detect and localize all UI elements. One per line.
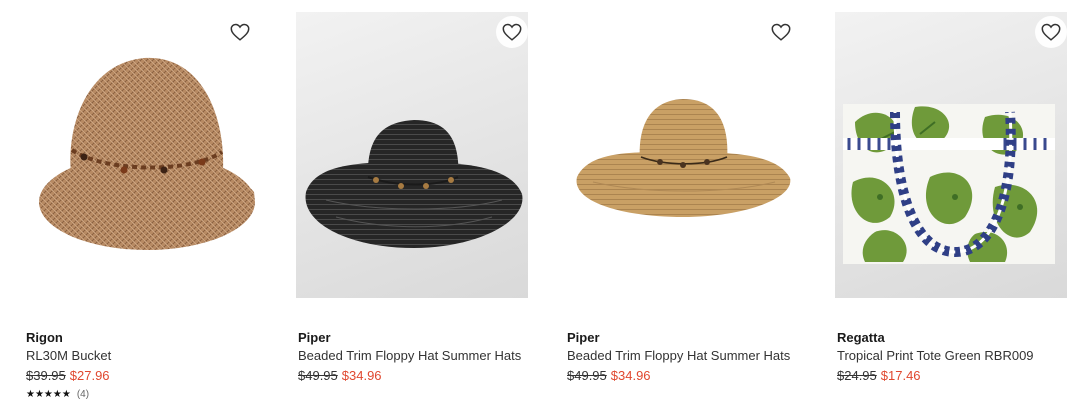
original-price: $39.95 bbox=[26, 368, 66, 383]
product-title[interactable]: RL30M Bucket bbox=[26, 348, 111, 363]
review-count: (4) bbox=[76, 389, 90, 400]
product-price: $49.95 $34.96 bbox=[567, 368, 651, 383]
tropical-tote-bag-image bbox=[843, 104, 1055, 264]
star-rating-icon: ★★★★★ bbox=[26, 389, 71, 400]
sale-price: $27.96 bbox=[69, 368, 110, 383]
product-rating[interactable]: ★★★★★ (4) bbox=[26, 389, 89, 400]
black-floppy-hat-image bbox=[305, 120, 523, 248]
product-grid: Rigon RL30M Bucket $39.95 $27.96 ★★★★★ (4… bbox=[0, 0, 1080, 414]
original-price: $49.95 bbox=[298, 368, 338, 383]
product-card[interactable]: Piper Beaded Trim Floppy Hat Summer Hats… bbox=[296, 0, 528, 414]
product-title[interactable]: Tropical Print Tote Green RBR009 bbox=[837, 348, 1034, 363]
favorite-button[interactable] bbox=[765, 16, 797, 48]
product-brand[interactable]: Piper bbox=[298, 330, 331, 345]
product-title[interactable]: Beaded Trim Floppy Hat Summer Hats bbox=[567, 348, 790, 363]
original-price: $49.95 bbox=[567, 368, 607, 383]
sale-price: $34.96 bbox=[610, 368, 651, 383]
product-price: $49.95 $34.96 bbox=[298, 368, 382, 383]
product-price: $24.95 $17.46 bbox=[837, 368, 921, 383]
heart-icon bbox=[1041, 23, 1061, 41]
product-card[interactable]: Regatta Tropical Print Tote Green RBR009… bbox=[835, 0, 1067, 414]
product-card[interactable]: Piper Beaded Trim Floppy Hat Summer Hats… bbox=[565, 0, 797, 414]
product-brand[interactable]: Regatta bbox=[837, 330, 885, 345]
original-price: $24.95 bbox=[837, 368, 877, 383]
product-card[interactable]: Rigon RL30M Bucket $39.95 $27.96 ★★★★★ (4… bbox=[24, 0, 256, 414]
product-title[interactable]: Beaded Trim Floppy Hat Summer Hats bbox=[298, 348, 521, 363]
heart-icon bbox=[771, 23, 791, 41]
heart-icon bbox=[502, 23, 522, 41]
product-image[interactable] bbox=[565, 12, 797, 298]
brown-bucket-hat-image bbox=[39, 57, 255, 250]
favorite-button[interactable] bbox=[224, 16, 256, 48]
favorite-button[interactable] bbox=[496, 16, 528, 48]
product-image[interactable] bbox=[296, 12, 528, 298]
product-brand[interactable]: Piper bbox=[567, 330, 600, 345]
product-image[interactable] bbox=[24, 12, 256, 298]
product-image[interactable] bbox=[835, 12, 1067, 298]
heart-icon bbox=[230, 23, 250, 41]
product-price: $39.95 $27.96 bbox=[26, 368, 110, 383]
sale-price: $34.96 bbox=[341, 368, 382, 383]
sale-price: $17.46 bbox=[880, 368, 921, 383]
favorite-button[interactable] bbox=[1035, 16, 1067, 48]
tan-floppy-hat-image bbox=[576, 99, 791, 217]
product-brand[interactable]: Rigon bbox=[26, 330, 63, 345]
